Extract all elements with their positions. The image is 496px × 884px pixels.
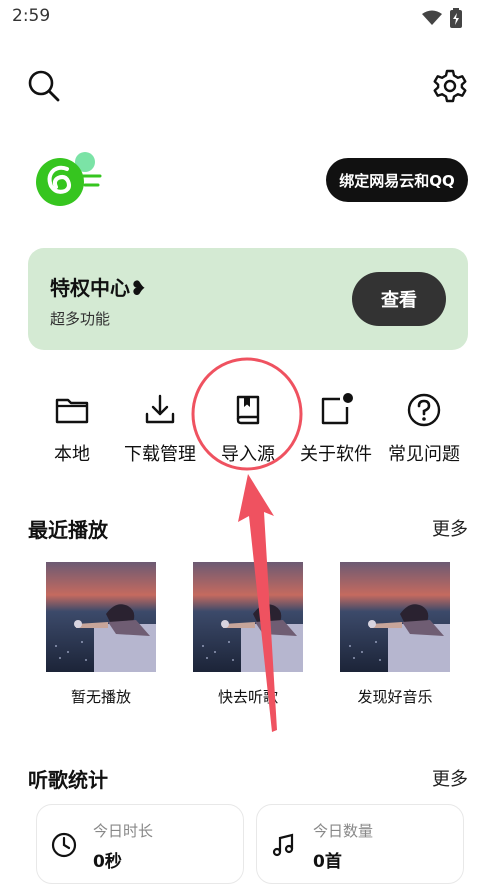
status-icons bbox=[422, 8, 462, 28]
notification-square-icon bbox=[321, 393, 353, 425]
battery-icon bbox=[450, 8, 462, 28]
quick-action-import-source[interactable]: 导入源 bbox=[208, 392, 288, 466]
recent-section-title: 最近播放 bbox=[28, 518, 108, 542]
quick-action-label: 关于软件 bbox=[300, 444, 372, 465]
stats-section-title: 听歌统计 bbox=[28, 768, 108, 792]
stat-card-duration[interactable]: 今日时长 0秒 bbox=[36, 804, 244, 884]
search-icon bbox=[28, 70, 60, 102]
stat-value: 0秒 bbox=[93, 852, 122, 872]
status-time: 2:59 bbox=[12, 6, 51, 26]
quick-action-label: 导入源 bbox=[221, 444, 275, 465]
download-icon bbox=[145, 394, 175, 424]
album-cover bbox=[193, 562, 303, 672]
quick-action-about[interactable]: 关于软件 bbox=[296, 392, 376, 466]
app-logo-icon bbox=[36, 152, 102, 206]
stats-more-link[interactable]: 更多 bbox=[432, 765, 468, 791]
bind-account-button[interactable]: 绑定网易云和QQ bbox=[326, 158, 468, 202]
clock-icon bbox=[51, 832, 77, 858]
quick-action-faq[interactable]: 常见问题 bbox=[384, 392, 464, 466]
stat-label: 今日数量 bbox=[313, 822, 374, 840]
stat-value: 0首 bbox=[313, 852, 342, 872]
vip-title: 特权中心❥ bbox=[50, 276, 147, 300]
quick-action-download[interactable]: 下载管理 bbox=[120, 392, 200, 466]
stat-label: 今日时长 bbox=[93, 822, 154, 840]
recent-item-caption: 发现好音乐 bbox=[357, 688, 433, 706]
recent-more-link[interactable]: 更多 bbox=[432, 515, 468, 541]
quick-action-label: 下载管理 bbox=[124, 444, 196, 465]
recent-item[interactable]: 暂无播放 bbox=[46, 562, 156, 707]
album-cover bbox=[340, 562, 450, 672]
stat-card-count[interactable]: 今日数量 0首 bbox=[256, 804, 464, 884]
folder-icon bbox=[55, 398, 89, 424]
search-button[interactable] bbox=[26, 68, 62, 104]
wifi-icon bbox=[422, 10, 442, 25]
book-icon bbox=[236, 395, 260, 425]
gear-icon bbox=[433, 69, 467, 103]
question-icon bbox=[407, 393, 441, 427]
vip-center-card[interactable]: 特权中心❥ 超多功能 查看 bbox=[28, 248, 468, 350]
album-cover bbox=[46, 562, 156, 672]
vip-subtitle: 超多功能 bbox=[50, 310, 111, 328]
recent-item-caption: 快去听歌 bbox=[217, 688, 278, 706]
recent-item[interactable]: 发现好音乐 bbox=[340, 562, 450, 707]
view-button[interactable]: 查看 bbox=[352, 272, 446, 326]
quick-action-local[interactable]: 本地 bbox=[32, 392, 112, 466]
quick-action-label: 常见问题 bbox=[388, 444, 460, 465]
recent-item[interactable]: 快去听歌 bbox=[193, 562, 303, 707]
quick-action-label: 本地 bbox=[54, 444, 90, 465]
recent-item-caption: 暂无播放 bbox=[70, 688, 131, 706]
settings-button[interactable] bbox=[432, 68, 468, 104]
music-note-icon bbox=[272, 833, 294, 857]
avatar[interactable] bbox=[30, 152, 102, 208]
